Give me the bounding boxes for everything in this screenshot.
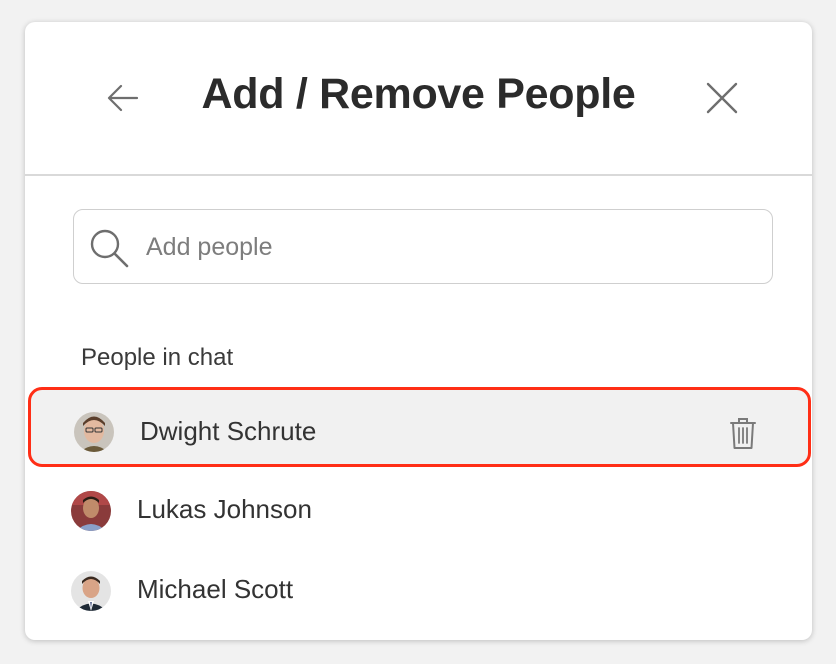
dialog-title: Add / Remove People xyxy=(201,70,636,118)
trash-icon xyxy=(730,418,756,449)
people-in-chat-label: People in chat xyxy=(81,344,234,371)
dialog-header: Add / Remove People xyxy=(25,22,812,176)
avatar xyxy=(71,571,111,611)
avatar xyxy=(74,412,114,452)
person-name: Lukas Johnson xyxy=(137,494,312,524)
person-name: Dwight Schrute xyxy=(140,416,317,446)
avatar xyxy=(71,491,111,531)
add-people-input[interactable] xyxy=(146,224,746,270)
add-remove-people-dialog: Add / Remove People People in chat D xyxy=(25,22,812,640)
person-name: Michael Scott xyxy=(137,574,294,604)
remove-person-button[interactable] xyxy=(728,416,758,450)
close-button[interactable] xyxy=(704,80,740,116)
person-row-dwight-schrute[interactable]: Dwight Schrute xyxy=(28,387,811,467)
search-icon xyxy=(90,229,129,268)
add-people-search[interactable] xyxy=(73,209,773,284)
person-row-lukas-johnson[interactable]: Lukas Johnson xyxy=(25,471,812,551)
person-row-michael-scott[interactable]: Michael Scott xyxy=(25,551,812,631)
close-icon xyxy=(706,82,738,114)
